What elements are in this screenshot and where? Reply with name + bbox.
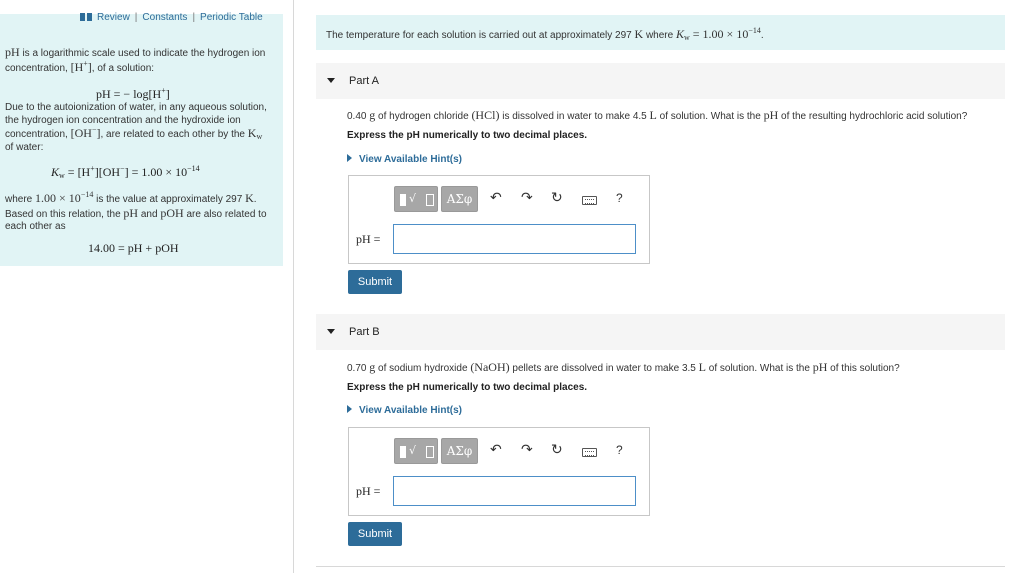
template-box-icon	[400, 446, 406, 458]
greek-symbols-button[interactable]: ΑΣφ	[441, 186, 478, 212]
resource-links: Review | Constants | Periodic Table	[80, 12, 263, 23]
part-b-answer-box: √ ΑΣφ ↶ ↷ ↻ ? pH =	[348, 427, 650, 516]
part-b-question: 0.70 g of sodium hydroxide (NaOH) pellet…	[347, 360, 900, 374]
part-a-title: Part A	[349, 75, 379, 87]
part-a-header[interactable]: Part A	[316, 63, 1005, 99]
part-b-header[interactable]: Part B	[316, 314, 1005, 350]
help-icon[interactable]: ?	[616, 191, 623, 205]
template-box-icon	[426, 446, 434, 458]
part-a-hint-link[interactable]: View Available Hint(s)	[347, 154, 462, 165]
link-separator: |	[192, 12, 196, 23]
help-icon[interactable]: ?	[616, 443, 623, 457]
temperature-notice: The temperature for each solution is car…	[316, 15, 1005, 50]
redo-icon[interactable]: ↷	[521, 442, 533, 458]
part-a-instructions: Express the pH numerically to two decima…	[347, 130, 588, 141]
expand-triangle-icon	[347, 405, 352, 413]
part-b-instructions: Express the pH numerically to two decima…	[347, 382, 588, 393]
oh-ion-term: [OH−]	[70, 125, 101, 140]
templates-button[interactable]: √	[394, 438, 438, 464]
periodic-table-link[interactable]: Periodic Table	[200, 12, 263, 23]
reset-icon[interactable]: ↻	[551, 442, 563, 458]
template-box-icon	[400, 194, 406, 206]
collapse-triangle-icon[interactable]	[327, 78, 335, 83]
collapse-triangle-icon[interactable]	[327, 329, 335, 334]
part-b-title: Part B	[349, 326, 380, 338]
redo-icon[interactable]: ↷	[521, 190, 533, 206]
math-toolbar: √ ΑΣφ ↶ ↷ ↻ ?	[394, 438, 635, 466]
part-b-submit-button[interactable]: Submit	[348, 522, 402, 546]
ph-term: pH	[5, 45, 20, 59]
radical-icon: √	[409, 444, 417, 457]
intro-paragraph: pH is a logarithmic scale used to indica…	[5, 46, 267, 75]
keyboard-icon[interactable]	[582, 448, 597, 457]
part-a-answer-box: √ ΑΣφ ↶ ↷ ↻ ? pH =	[348, 175, 650, 264]
link-separator: |	[134, 12, 138, 23]
undo-icon[interactable]: ↶	[490, 190, 502, 206]
undo-icon[interactable]: ↶	[490, 442, 502, 458]
content-divider	[316, 566, 1005, 567]
answer-label: pH =	[356, 232, 381, 246]
reset-icon[interactable]: ↻	[551, 190, 563, 206]
expand-triangle-icon	[347, 154, 352, 162]
templates-button[interactable]: √	[394, 186, 438, 212]
ph-answer-input[interactable]	[393, 224, 636, 254]
review-link[interactable]: Review	[97, 12, 130, 23]
ph-equation: pH = − log[H+]	[96, 86, 170, 102]
part-b-hint-link[interactable]: View Available Hint(s)	[347, 405, 462, 416]
part-a-question: 0.40 g of hydrogen chloride (HCl) is dis…	[347, 108, 968, 122]
kw-equation: Kw = [H+][OH−] = 1.00 × 10−14	[51, 164, 200, 180]
template-box-icon	[426, 194, 434, 206]
math-toolbar: √ ΑΣφ ↶ ↷ ↻ ?	[394, 186, 635, 214]
constants-link[interactable]: Constants	[142, 12, 187, 23]
keyboard-icon[interactable]	[582, 196, 597, 205]
part-a-submit-button[interactable]: Submit	[348, 270, 402, 294]
greek-symbols-button[interactable]: ΑΣφ	[441, 438, 478, 464]
ph-poh-equation: 14.00 = pH + pOH	[88, 241, 179, 255]
book-icon	[80, 13, 92, 22]
ph-answer-input[interactable]	[393, 476, 636, 506]
radical-icon: √	[409, 192, 417, 205]
intro-text-end: , of a solution:	[91, 62, 155, 74]
h-ion-term: [H+]	[70, 58, 92, 74]
relation-paragraph: where 1.00 × 10−14 is the value at appro…	[5, 190, 267, 233]
autoionization-paragraph: Due to the autoionization of water, in a…	[5, 102, 267, 153]
answer-label: pH =	[356, 484, 381, 498]
panel-divider	[293, 0, 294, 573]
kw-term: Kw	[247, 126, 263, 141]
